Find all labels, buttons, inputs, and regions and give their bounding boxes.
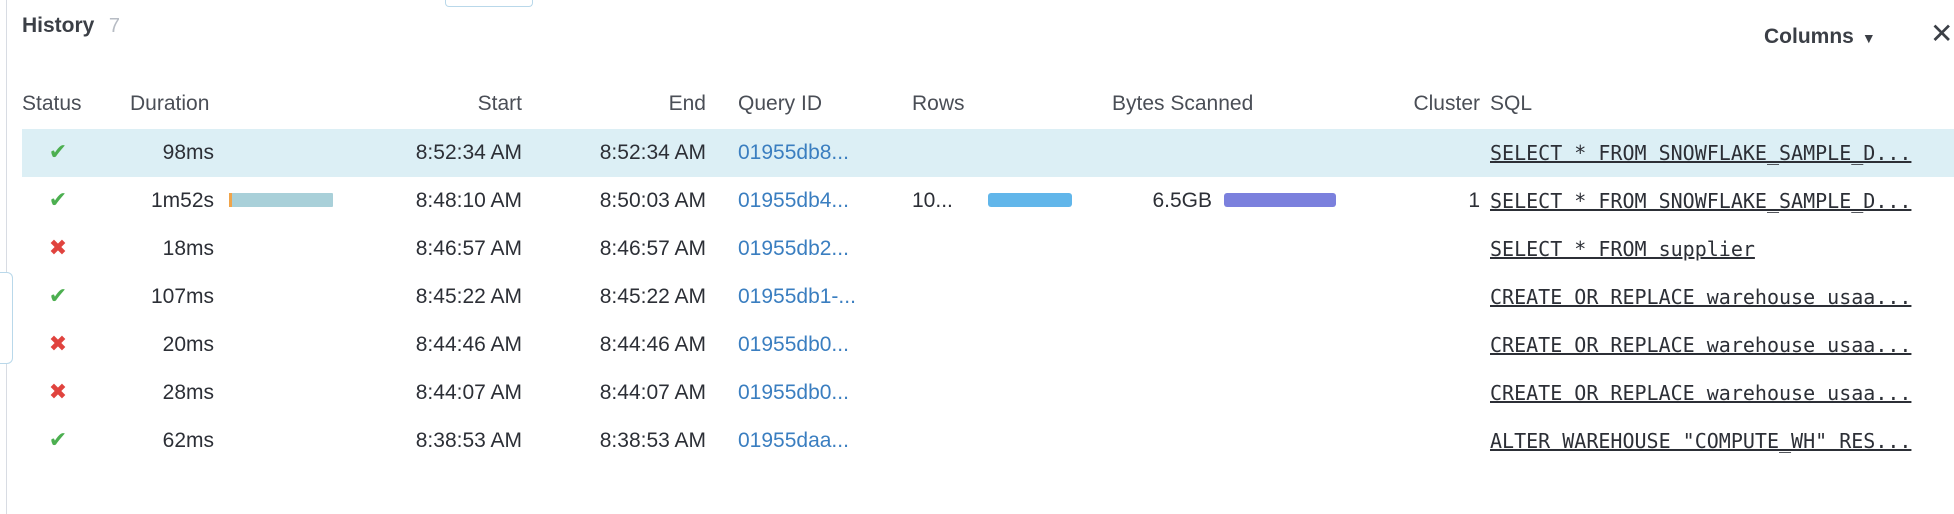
left-border	[0, 0, 7, 514]
duration-value: 107ms	[150, 285, 214, 308]
col-start[interactable]: Start	[352, 92, 522, 116]
table-row[interactable]: ✖ 28ms 8:44:07 AM 8:44:07 AM 01955db0... CREA…	[22, 369, 1954, 417]
columns-button[interactable]: Columns ▼	[1764, 25, 1876, 49]
x-icon: ✖	[48, 235, 68, 260]
columns-label: Columns	[1764, 25, 1854, 48]
col-bytes-scanned[interactable]: Bytes Scanned	[1112, 92, 1253, 116]
duration-value: 28ms	[162, 381, 214, 404]
col-cluster[interactable]: Cluster	[1362, 92, 1480, 116]
start-time: 8:45:22 AM	[415, 285, 522, 308]
col-status[interactable]: Status	[22, 92, 82, 116]
end-time: 8:52:34 AM	[599, 141, 706, 164]
check-icon: ✔	[48, 283, 68, 308]
start-time: 8:44:46 AM	[415, 333, 522, 356]
end-time: 8:44:46 AM	[599, 333, 706, 356]
cluster-value: 1	[1468, 189, 1480, 212]
table-row[interactable]: ✔ 98ms 8:52:34 AM 8:52:34 AM 01955db8... SELE…	[22, 129, 1954, 177]
caret-down-icon: ▼	[1861, 30, 1876, 46]
col-query-id[interactable]: Query ID	[738, 92, 822, 116]
history-header: History 7	[22, 14, 120, 44]
rows-bar	[988, 193, 1072, 207]
rows-value: 10...	[912, 189, 953, 212]
sql-link[interactable]: SELECT * FROM SNOWFLAKE_SAMPLE_D...	[1490, 189, 1911, 213]
panel-title: History	[22, 14, 95, 37]
col-end[interactable]: End	[552, 92, 706, 116]
start-time: 8:52:34 AM	[415, 141, 522, 164]
bytes-bar	[1224, 193, 1336, 207]
table-row[interactable]: ✔ 62ms 8:38:53 AM 8:38:53 AM 01955daa... ALTE…	[22, 417, 1954, 465]
sql-link[interactable]: SELECT * FROM SNOWFLAKE_SAMPLE_D...	[1490, 141, 1911, 165]
query-id-link[interactable]: 01955db0...	[738, 381, 849, 405]
query-id-link[interactable]: 01955db1-...	[738, 285, 856, 309]
end-time: 8:38:53 AM	[599, 429, 706, 452]
start-time: 8:48:10 AM	[415, 189, 522, 212]
table-row[interactable]: ✔ 107ms 8:45:22 AM 8:45:22 AM 01955db1-... CR…	[22, 273, 1954, 321]
start-time: 8:44:07 AM	[415, 381, 522, 404]
start-time: 8:38:53 AM	[415, 429, 522, 452]
duration-value: 1m52s	[150, 189, 214, 212]
duration-bar	[229, 193, 333, 207]
col-rows[interactable]: Rows	[912, 92, 965, 116]
query-id-link[interactable]: 01955db0...	[738, 333, 849, 357]
table-header: Status Duration Start End Query ID Rows …	[22, 88, 1954, 124]
end-time: 8:46:57 AM	[599, 237, 706, 260]
table-row[interactable]: ✖ 18ms 8:46:57 AM 8:46:57 AM 01955db2... SELE…	[22, 225, 1954, 273]
x-icon: ✖	[48, 379, 68, 404]
sql-link[interactable]: CREATE OR REPLACE warehouse usaa...	[1490, 285, 1911, 309]
close-icon[interactable]: ✕	[1930, 20, 1953, 48]
end-time: 8:45:22 AM	[599, 285, 706, 308]
duration-value: 20ms	[162, 333, 214, 356]
sql-link[interactable]: CREATE OR REPLACE warehouse usaa...	[1490, 333, 1911, 357]
table-row[interactable]: ✖ 20ms 8:44:46 AM 8:44:46 AM 01955db0... CREA…	[22, 321, 1954, 369]
table-row[interactable]: ✔ 1m52s 8:48:10 AM 8:50:03 AM 01955db4... 10.…	[22, 177, 1954, 225]
end-time: 8:44:07 AM	[599, 381, 706, 404]
top-tab[interactable]	[445, 0, 533, 7]
check-icon: ✔	[48, 139, 68, 164]
sql-link[interactable]: CREATE OR REPLACE warehouse usaa...	[1490, 381, 1911, 405]
duration-value: 62ms	[162, 429, 214, 452]
duration-value: 18ms	[162, 237, 214, 260]
start-time: 8:46:57 AM	[415, 237, 522, 260]
sql-link[interactable]: SELECT * FROM supplier	[1490, 237, 1755, 261]
col-sql[interactable]: SQL	[1490, 92, 1532, 116]
side-tab[interactable]	[0, 272, 13, 364]
col-duration[interactable]: Duration	[130, 92, 209, 116]
history-count: 7	[108, 14, 120, 37]
check-icon: ✔	[48, 187, 68, 212]
query-id-link[interactable]: 01955db4...	[738, 189, 849, 213]
end-time: 8:50:03 AM	[599, 189, 706, 212]
x-icon: ✖	[48, 331, 68, 356]
bytes-value: 6.5GB	[1152, 189, 1212, 212]
duration-value: 98ms	[162, 141, 214, 164]
query-id-link[interactable]: 01955daa...	[738, 429, 849, 453]
query-id-link[interactable]: 01955db8...	[738, 141, 849, 165]
query-id-link[interactable]: 01955db2...	[738, 237, 849, 261]
sql-link[interactable]: ALTER WAREHOUSE "COMPUTE_WH" RES...	[1490, 429, 1911, 453]
check-icon: ✔	[48, 427, 68, 452]
